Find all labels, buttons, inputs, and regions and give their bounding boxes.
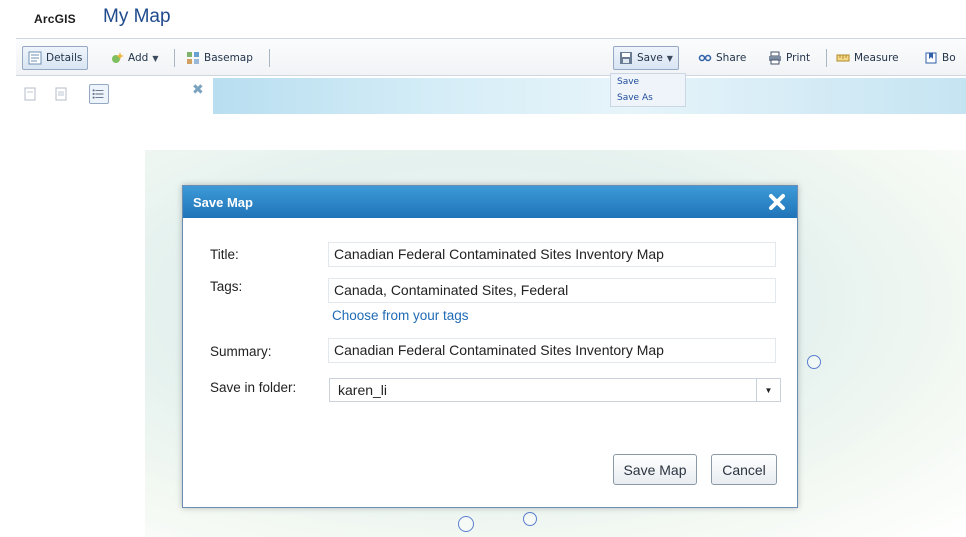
summary-field[interactable]: Canadian Federal Contaminated Sites Inve… [328, 338, 776, 363]
details-label: Details [46, 52, 83, 64]
add-icon [112, 52, 124, 63]
content-icon[interactable] [53, 86, 69, 102]
chevron-down-icon: ▼ [666, 53, 673, 63]
measure-label: Measure [854, 52, 899, 64]
toolbar-divider [269, 49, 270, 67]
dialog-header: Save Map [183, 186, 797, 218]
brand-logo: ArcGIS [34, 12, 76, 26]
share-button[interactable]: Share [698, 48, 746, 68]
about-icon[interactable] [22, 86, 38, 102]
basemap-label: Basemap [204, 52, 253, 64]
folder-value: karen_li [338, 382, 388, 398]
measure-button[interactable]: Measure [836, 48, 899, 68]
bookmarks-button[interactable]: Bo [924, 48, 956, 68]
choose-tags-link[interactable]: Choose from your tags [332, 308, 469, 323]
share-label: Share [716, 52, 747, 64]
title-label: Title: [210, 247, 239, 262]
map-marker[interactable] [458, 516, 474, 532]
bookmarks-icon [925, 52, 937, 64]
toolbar: Details Add ▼ Basemap Save ▼ Share Print… [16, 38, 966, 76]
chevron-down-icon: ▼ [152, 53, 159, 63]
basemap-icon [187, 52, 199, 64]
close-icon[interactable]: ✖ [192, 82, 204, 98]
add-label: Add [128, 52, 149, 64]
menu-item-save[interactable]: Save [611, 74, 685, 90]
close-icon [769, 194, 785, 210]
toolbar-divider [826, 49, 827, 67]
details-icon [28, 51, 42, 65]
chevron-down-icon[interactable]: ▼ [756, 379, 780, 401]
share-icon [698, 54, 712, 62]
map-view[interactable] [213, 78, 966, 114]
save-map-dialog: Save Map Title: Canadian Federal Contami… [182, 185, 798, 508]
legend-icon[interactable] [89, 84, 109, 104]
page-title: My Map [103, 6, 171, 27]
tags-field[interactable]: Canada, Contaminated Sites, Federal [328, 278, 776, 303]
toolbar-divider [174, 49, 175, 67]
details-button[interactable]: Details [22, 46, 89, 70]
bookmarks-label: Bo [942, 52, 956, 64]
print-label: Print [786, 52, 811, 64]
print-button[interactable]: Print [768, 48, 810, 68]
measure-icon [836, 54, 850, 62]
summary-label: Summary: [210, 344, 272, 359]
folder-label: Save in folder: [210, 380, 297, 395]
save-label: Save [637, 52, 663, 64]
menu-item-save-as[interactable]: Save As [611, 90, 685, 106]
save-menu: Save Save As [610, 73, 686, 107]
add-button[interactable]: Add ▼ [110, 48, 159, 68]
map-marker[interactable] [523, 512, 537, 526]
save-icon [620, 52, 632, 64]
basemap-button[interactable]: Basemap [186, 48, 253, 68]
close-dialog-button[interactable] [767, 192, 787, 212]
print-icon [769, 51, 781, 65]
folder-select[interactable]: karen_li ▼ [329, 378, 781, 402]
title-field[interactable]: Canadian Federal Contaminated Sites Inve… [328, 242, 776, 267]
dialog-title: Save Map [193, 194, 253, 210]
save-map-button[interactable]: Save Map [613, 454, 697, 485]
save-button[interactable]: Save ▼ [613, 46, 679, 70]
cancel-button[interactable]: Cancel [711, 454, 777, 485]
tags-label: Tags: [210, 279, 243, 294]
map-marker[interactable] [807, 355, 821, 369]
